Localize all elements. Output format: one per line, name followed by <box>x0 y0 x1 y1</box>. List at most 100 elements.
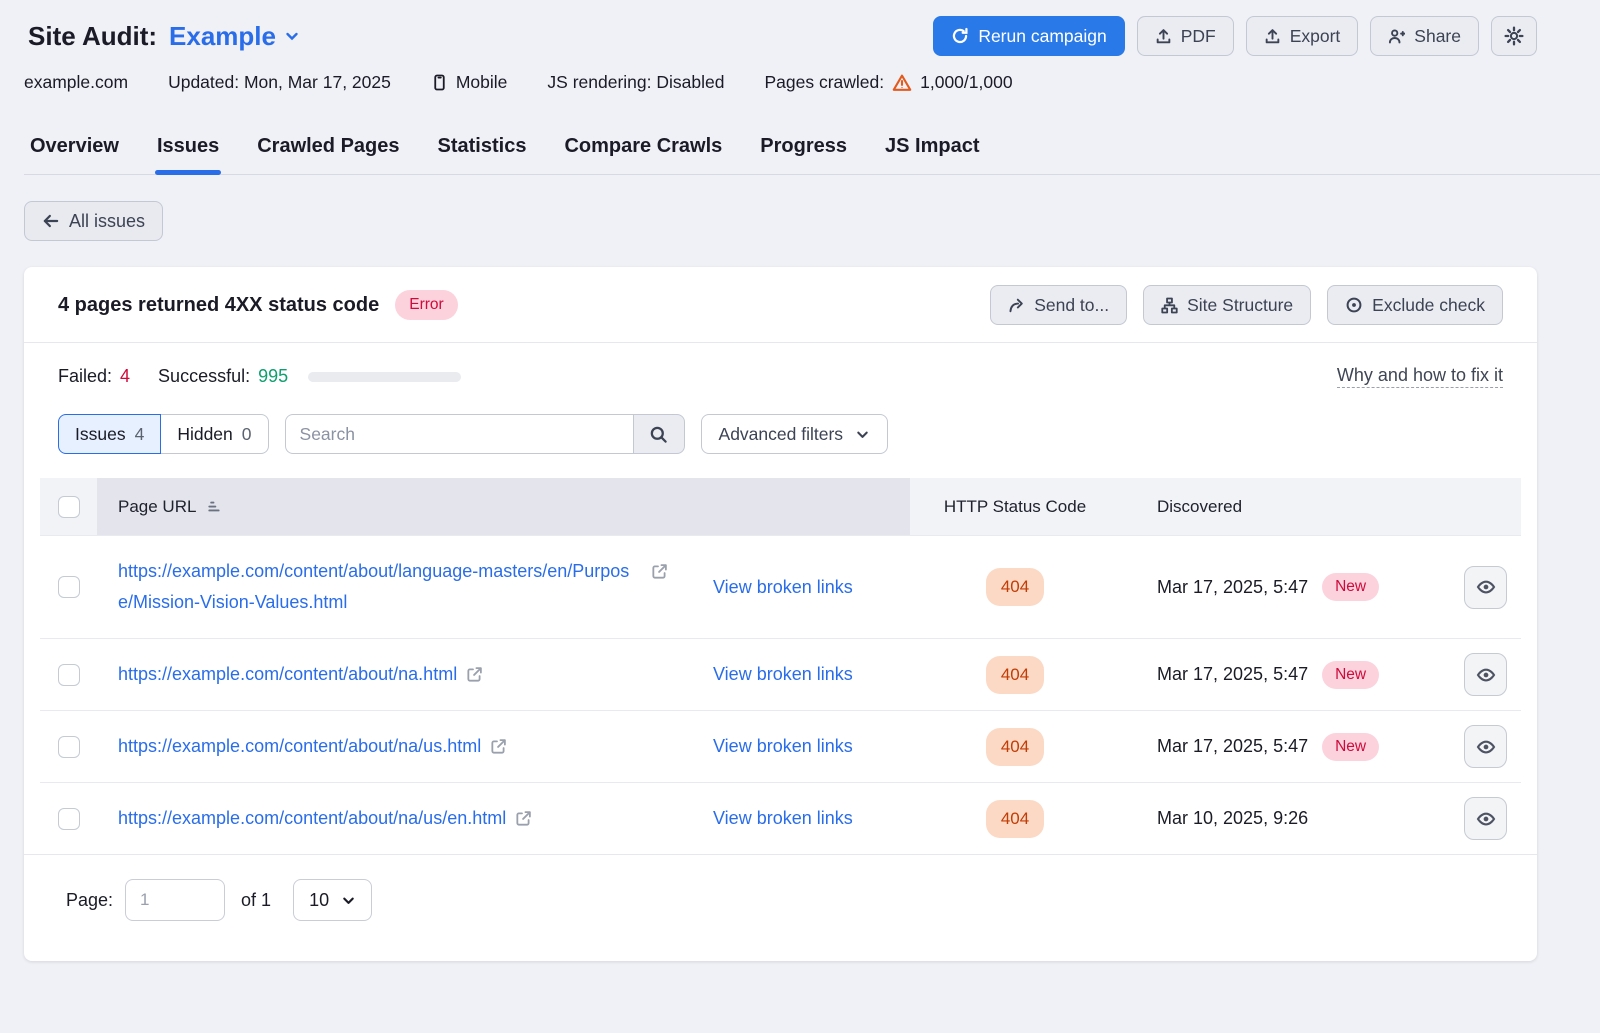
page-url-link[interactable]: https://example.com/content/about/langua… <box>118 556 642 618</box>
row-checkbox[interactable] <box>58 664 80 686</box>
column-header-discovered[interactable]: Discovered <box>1120 497 1450 517</box>
page-size-select[interactable]: 10 <box>293 879 372 921</box>
domain-label: example.com <box>24 72 128 93</box>
js-rendering-label: JS rendering: Disabled <box>547 72 724 93</box>
filter-toolbar: Issues 4 Hidden 0 Advanced filters <box>24 406 1537 478</box>
error-severity-badge: Error <box>395 290 457 320</box>
issue-panel: 4 pages returned 4XX status code Error S… <box>24 267 1537 961</box>
chevron-down-icon <box>855 427 870 442</box>
gear-icon <box>1504 26 1524 46</box>
hide-issue-button[interactable] <box>1464 797 1507 840</box>
upload-icon <box>1155 28 1172 45</box>
external-link-icon[interactable] <box>515 810 532 827</box>
eye-icon <box>1345 296 1363 314</box>
mobile-phone-icon <box>431 74 448 91</box>
view-broken-links-link[interactable]: View broken links <box>713 664 853 685</box>
issue-title: 4 pages returned 4XX status code <box>58 294 379 317</box>
view-broken-links-link[interactable]: View broken links <box>713 808 853 829</box>
pagination: Page: of 1 10 <box>24 854 1537 961</box>
search-submit-button[interactable] <box>633 414 685 454</box>
select-all-checkbox[interactable] <box>58 496 80 518</box>
table-header: Page URL HTTP Status Code Discovered <box>40 478 1521 535</box>
http-status-badge: 404 <box>986 800 1044 838</box>
search-box <box>285 414 685 454</box>
tab-overview[interactable]: Overview <box>28 135 121 174</box>
issues-table: Page URL HTTP Status Code Discovered htt… <box>40 478 1521 854</box>
chevron-down-icon <box>341 893 356 908</box>
send-to-arrow-icon <box>1008 297 1025 314</box>
successful-label: Successful: <box>158 366 250 387</box>
tab-crawled-pages[interactable]: Crawled Pages <box>255 135 401 174</box>
new-badge: New <box>1322 661 1379 689</box>
site-structure-button[interactable]: Site Structure <box>1143 285 1311 325</box>
project-name: Example <box>169 21 276 52</box>
http-status-badge: 404 <box>986 728 1044 766</box>
share-button[interactable]: Share <box>1370 16 1479 56</box>
pdf-button[interactable]: PDF <box>1137 16 1234 56</box>
export-button[interactable]: Export <box>1246 16 1359 56</box>
project-selector[interactable]: Example <box>169 21 300 52</box>
send-to-button[interactable]: Send to... <box>990 285 1127 325</box>
discovered-date: Mar 10, 2025, 9:26 <box>1157 808 1308 829</box>
page-url-link[interactable]: https://example.com/content/about/na/us/… <box>118 803 506 834</box>
page-url-link[interactable]: https://example.com/content/about/na.htm… <box>118 659 457 690</box>
table-row: https://example.com/content/about/langua… <box>40 535 1521 638</box>
column-header-http-status[interactable]: HTTP Status Code <box>910 497 1120 517</box>
chevron-down-icon <box>284 28 300 44</box>
all-issues-back-button[interactable]: All issues <box>24 201 163 241</box>
table-row: https://example.com/content/about/na.htm… <box>40 638 1521 710</box>
issues-hidden-toggle: Issues 4 Hidden 0 <box>58 414 269 454</box>
row-checkbox[interactable] <box>58 576 80 598</box>
eye-icon <box>1476 577 1496 597</box>
http-status-badge: 404 <box>986 656 1044 694</box>
search-input[interactable] <box>285 414 633 454</box>
updated-label: Updated: Mon, Mar 17, 2025 <box>168 72 391 93</box>
sort-icon <box>206 499 221 514</box>
view-broken-links-link[interactable]: View broken links <box>713 736 853 757</box>
eye-icon <box>1476 665 1496 685</box>
device-label: Mobile <box>431 72 508 93</box>
external-link-icon[interactable] <box>490 738 507 755</box>
tab-progress[interactable]: Progress <box>758 135 849 174</box>
site-audit-page: Site Audit: Example Rerun campaign PDF <box>0 0 1537 961</box>
header: Site Audit: Example Rerun campaign PDF <box>24 16 1537 56</box>
page-label: Page: <box>66 890 113 911</box>
issues-count: 4 <box>135 424 145 445</box>
external-link-icon[interactable] <box>651 563 668 580</box>
page-number-input[interactable] <box>125 879 225 921</box>
issue-stats: Failed: 4 Successful: 995 Why and how to… <box>24 343 1537 406</box>
failed-label: Failed: <box>58 366 112 387</box>
eye-icon <box>1476 809 1496 829</box>
hide-issue-button[interactable] <box>1464 725 1507 768</box>
tab-statistics[interactable]: Statistics <box>436 135 529 174</box>
discovered-date: Mar 17, 2025, 5:47 <box>1157 736 1308 757</box>
advanced-filters-button[interactable]: Advanced filters <box>701 414 889 454</box>
http-status-badge: 404 <box>986 568 1044 606</box>
column-header-page-url[interactable]: Page URL <box>97 478 910 535</box>
hide-issue-button[interactable] <box>1464 566 1507 609</box>
tab-issues[interactable]: Issues <box>155 135 221 174</box>
settings-button[interactable] <box>1491 16 1537 56</box>
hidden-count: 0 <box>242 424 252 445</box>
why-how-to-fix-link[interactable]: Why and how to fix it <box>1337 365 1503 388</box>
issues-filter-tab[interactable]: Issues 4 <box>58 414 161 454</box>
site-structure-icon <box>1161 297 1178 314</box>
upload-icon <box>1264 28 1281 45</box>
external-link-icon[interactable] <box>466 666 483 683</box>
warning-triangle-icon <box>892 73 912 93</box>
discovered-date: Mar 17, 2025, 5:47 <box>1157 664 1308 685</box>
eye-icon <box>1476 737 1496 757</box>
tab-js-impact[interactable]: JS Impact <box>883 135 981 174</box>
new-badge: New <box>1322 733 1379 761</box>
row-checkbox[interactable] <box>58 808 80 830</box>
hidden-filter-tab[interactable]: Hidden 0 <box>161 414 268 454</box>
page-url-link[interactable]: https://example.com/content/about/na/us.… <box>118 731 481 762</box>
exclude-check-button[interactable]: Exclude check <box>1327 285 1503 325</box>
rerun-campaign-button[interactable]: Rerun campaign <box>933 16 1124 56</box>
person-plus-icon <box>1388 28 1405 45</box>
new-badge: New <box>1322 573 1379 601</box>
view-broken-links-link[interactable]: View broken links <box>713 577 853 598</box>
hide-issue-button[interactable] <box>1464 653 1507 696</box>
tab-compare-crawls[interactable]: Compare Crawls <box>562 135 724 174</box>
row-checkbox[interactable] <box>58 736 80 758</box>
